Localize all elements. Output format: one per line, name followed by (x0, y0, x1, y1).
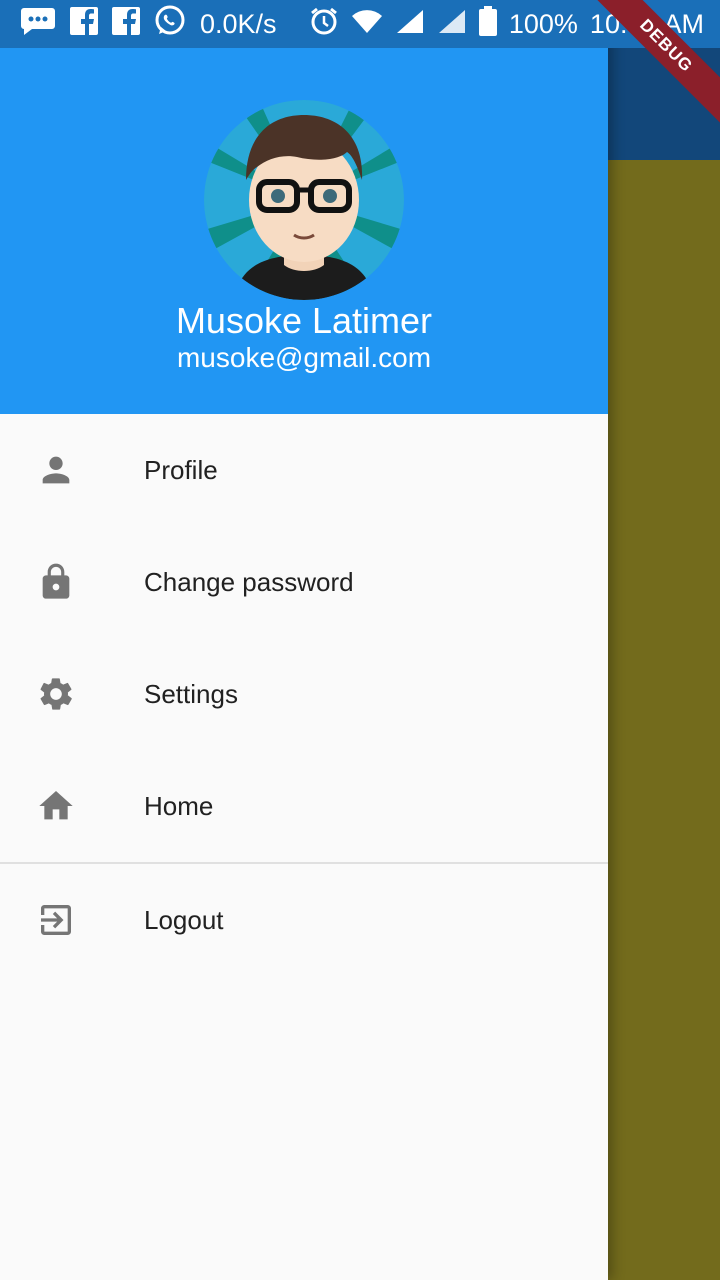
menu-item-home[interactable]: Home (0, 750, 608, 862)
avatar[interactable] (204, 100, 404, 300)
menu-item-label: Logout (144, 904, 224, 935)
facebook-icon (112, 6, 140, 42)
signal-icon (395, 8, 425, 41)
drawer-menu: Profile Change password Settings Home (0, 414, 608, 862)
battery-icon (478, 5, 497, 43)
menu-item-logout[interactable]: Logout (0, 864, 608, 976)
navigation-drawer: Musoke Latimer musoke@gmail.com Profile … (0, 0, 608, 1280)
signal-icon (437, 8, 467, 41)
whatsapp-icon (154, 5, 186, 44)
drawer-header: Musoke Latimer musoke@gmail.com (0, 0, 608, 414)
alarm-icon (309, 6, 339, 43)
menu-item-label: Change password (144, 566, 354, 597)
lock-icon (36, 562, 76, 602)
user-name: Musoke Latimer (175, 300, 433, 341)
menu-item-label: Settings (144, 678, 238, 709)
menu-item-label: Home (144, 790, 214, 821)
menu-item-settings[interactable]: Settings (0, 638, 608, 750)
menu-item-change-password[interactable]: Change password (0, 526, 608, 638)
network-speed: 0.0K/s (200, 8, 277, 39)
wifi-icon (351, 8, 383, 41)
exit-icon (36, 900, 76, 940)
facebook-icon (70, 6, 98, 42)
home-icon (36, 786, 76, 826)
gear-icon (36, 674, 76, 714)
menu-item-label: Profile (144, 454, 218, 485)
battery-percent: 100% (508, 8, 578, 39)
person-icon (36, 450, 76, 490)
user-email: musoke@gmail.com (176, 342, 432, 373)
menu-item-profile[interactable]: Profile (0, 414, 608, 526)
message-icon (20, 6, 56, 43)
